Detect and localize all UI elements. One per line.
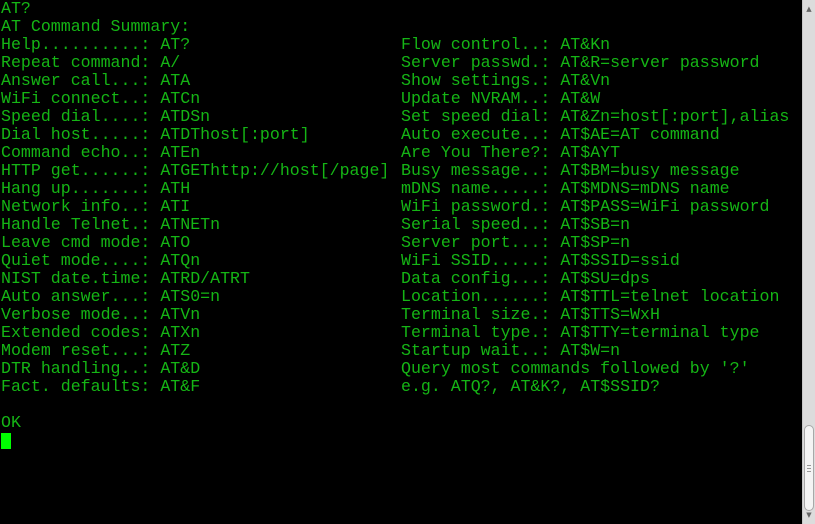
command-line: Terminal size.: AT$TTS=WxH [401,305,660,324]
command-line: Set speed dial: AT&Zn=host[:port],alias [401,107,790,126]
command-line: HTTP get......: ATGEThttp://host[/page] [1,161,390,180]
command-line: Auto answer...: ATS0=n [1,287,221,306]
command-line: Handle Telnet.: ATNETn [1,215,221,234]
command-line: Hang up.......: ATH [1,179,191,198]
text-cursor [1,433,11,449]
command-line: DTR handling..: AT&D [1,359,201,378]
grip-icon [807,464,811,472]
scrollbar-track[interactable] [803,16,815,511]
command-line: Terminal type.: AT$TTY=terminal type [401,323,760,342]
command-line: Verbose mode..: ATVn [1,305,201,324]
scroll-up-arrow-icon[interactable]: ▲ [803,2,815,16]
vertical-scrollbar[interactable]: ▲ ▼ [802,0,815,524]
command-line: Repeat command: A/ [1,53,181,72]
command-line: WiFi connect..: ATCn [1,89,201,108]
command-line: Fact. defaults: AT&F [1,377,201,396]
command-line: Quiet mode....: ATQn [1,251,201,270]
command-line: NIST date.time: ATRD/ATRT [1,269,250,288]
command-line: Update NVRAM..: AT&W [401,89,601,108]
command-line: Query most commands followed by '?' [401,359,750,378]
command-line: Leave cmd mode: ATO [1,233,191,252]
command-line: Command echo..: ATEn [1,143,201,162]
command-line: Modem reset...: ATZ [1,341,191,360]
command-line: Startup wait..: AT$W=n [401,341,621,360]
command-line: Answer call...: ATA [1,71,191,90]
scroll-down-arrow-icon[interactable]: ▼ [803,508,815,522]
command-line: Flow control..: AT&Kn [401,35,611,54]
command-line: e.g. ATQ?, AT&K?, AT$SSID? [401,377,660,396]
command-line: Are You There?: AT$AYT [401,143,621,162]
command-line: Extended codes: ATXn [1,323,201,342]
command-line: Location......: AT$TTL=telnet location [401,287,780,306]
command-line: Server passwd.: AT&R=server password [401,53,760,72]
command-line: Busy message..: AT$BM=busy message [401,161,740,180]
terminal-screen[interactable]: AT? AT Command Summary: Help..........: … [0,0,802,524]
command-line: WiFi SSID.....: AT$SSID=ssid [401,251,680,270]
command-line: Data config...: AT$SU=dps [401,269,650,288]
command-line: Network info..: ATI [1,197,191,216]
command-echo: AT? [1,0,31,18]
command-line: Server port...: AT$SP=n [401,233,631,252]
command-line: Auto execute..: AT$AE=AT command [401,125,720,144]
command-line: Serial speed..: AT$SB=n [401,215,631,234]
command-line: Show settings.: AT&Vn [401,71,611,90]
command-line: Dial host.....: ATDThost[:port] [1,125,310,144]
scrollbar-thumb[interactable] [804,425,814,511]
summary-heading: AT Command Summary: [1,17,191,36]
command-line: WiFi password.: AT$PASS=WiFi password [401,197,770,216]
status-ok: OK [1,413,21,432]
command-line: mDNS name.....: AT$MDNS=mDNS name [401,179,730,198]
command-line: Help..........: AT? [1,35,191,54]
command-line: Speed dial....: ATDSn [1,107,211,126]
